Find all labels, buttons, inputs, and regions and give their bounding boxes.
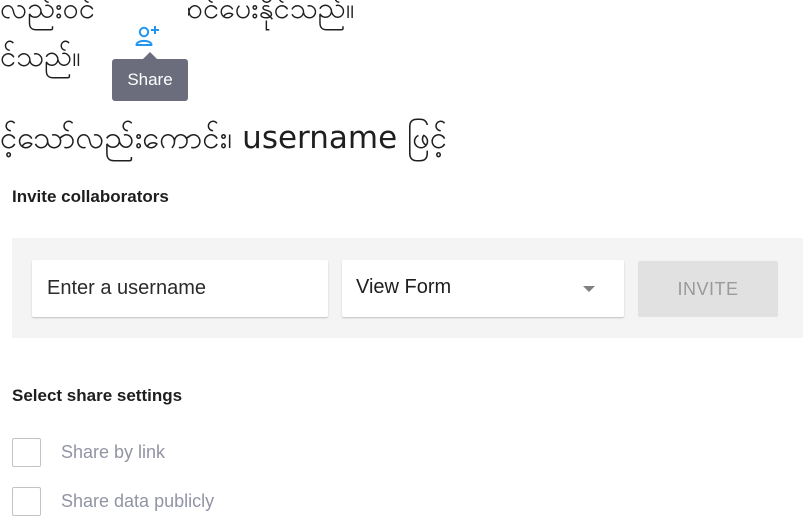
- share-data-publicly-option[interactable]: Share data publicly: [12, 485, 214, 517]
- invite-button[interactable]: INVITE: [638, 261, 778, 317]
- background-text-line-2: င်သည်။: [0, 39, 81, 73]
- permission-select[interactable]: View Form: [342, 260, 624, 317]
- person-add-icon: [135, 26, 159, 46]
- share-by-link-label: Share by link: [61, 441, 166, 462]
- invite-collaborators-heading: Invite collaborators: [12, 187, 169, 206]
- invite-panel: View Form INVITE: [12, 238, 803, 338]
- username-input[interactable]: [32, 260, 328, 317]
- share-button[interactable]: Share: [104, 0, 188, 101]
- permission-select-value: View Form: [356, 276, 452, 298]
- share-by-link-option[interactable]: Share by link: [12, 436, 165, 468]
- share-tooltip: Share: [112, 52, 188, 101]
- share-settings-heading: Select share settings: [12, 386, 183, 405]
- background-text-line-3: င့်သော်လည်းကောင်း၊ username ဖြင့်: [0, 120, 448, 156]
- share-data-publicly-label: Share data publicly: [61, 490, 215, 511]
- share-tooltip-label: Share: [127, 70, 173, 89]
- share-data-publicly-checkbox[interactable]: [12, 486, 41, 516]
- share-by-link-checkbox[interactable]: [12, 437, 41, 467]
- dropdown-caret-icon: [583, 286, 595, 292]
